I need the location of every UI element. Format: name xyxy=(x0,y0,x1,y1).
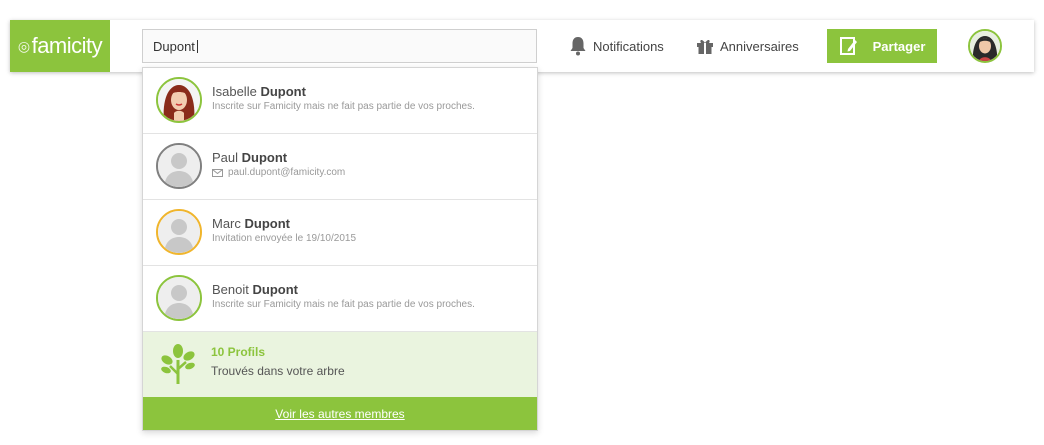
result-avatar xyxy=(156,209,202,255)
result-name: Benoit Dupont xyxy=(212,282,298,297)
result-last-name: Dupont xyxy=(244,216,290,231)
top-navigation-bar: ◎ famicity Dupont Notifications Annivers… xyxy=(10,20,1034,72)
result-first-name: Isabelle xyxy=(212,84,257,99)
see-other-members-link[interactable]: Voir les autres membres xyxy=(143,397,537,430)
placeholder-person-icon xyxy=(158,277,200,319)
search-input-value: Dupont xyxy=(153,38,195,54)
tree-profile-count: 10 Profils xyxy=(211,345,266,359)
isabelle-photo-image xyxy=(158,79,200,121)
search-results-dropdown: Isabelle Dupont Inscrite sur Famicity ma… xyxy=(142,67,538,431)
text-caret xyxy=(196,39,198,53)
notifications-link[interactable]: Notifications xyxy=(569,20,664,72)
result-last-name: Dupont xyxy=(260,84,306,99)
result-first-name: Marc xyxy=(212,216,241,231)
placeholder-person-icon xyxy=(158,211,200,253)
envelope-icon xyxy=(212,168,223,177)
result-subtitle-text: Inscrite sur Famicity mais ne fait pas p… xyxy=(212,299,475,310)
anniversaires-label: Anniversaires xyxy=(720,38,799,54)
result-subtitle-text: Invitation envoyée le 19/10/2015 xyxy=(212,233,356,244)
result-name: Marc Dupont xyxy=(212,216,290,231)
anniversaires-link[interactable]: Anniversaires xyxy=(696,20,799,72)
result-avatar xyxy=(156,275,202,321)
result-avatar xyxy=(156,143,202,189)
result-name: Paul Dupont xyxy=(212,150,287,165)
result-last-name: Dupont xyxy=(252,282,298,297)
result-name: Isabelle Dupont xyxy=(212,84,306,99)
gift-icon xyxy=(697,39,713,54)
result-avatar xyxy=(156,77,202,123)
family-tree-results[interactable]: 10 Profils Trouvés dans votre arbre xyxy=(143,332,537,397)
result-subtitle: paul.dupont@famicity.com xyxy=(212,167,345,178)
notifications-label: Notifications xyxy=(593,38,664,54)
search-input[interactable]: Dupont xyxy=(142,29,537,63)
placeholder-person-icon xyxy=(158,145,200,187)
search-result-item[interactable]: Benoit Dupont Inscrite sur Famicity mais… xyxy=(143,266,537,332)
search-result-item[interactable]: Paul Dupont paul.dupont@famicity.com xyxy=(143,134,537,200)
share-button[interactable]: Partager xyxy=(827,29,937,63)
tree-icon xyxy=(161,344,195,384)
logo-mark-icon: ◎ xyxy=(17,37,30,54)
search-result-item[interactable]: Marc Dupont Invitation envoyée le 19/10/… xyxy=(143,200,537,266)
logo-text: famicity xyxy=(31,33,103,58)
tree-description: Trouvés dans votre arbre xyxy=(211,364,345,378)
bell-icon xyxy=(570,37,586,56)
result-subtitle-text: paul.dupont@famicity.com xyxy=(228,167,346,178)
result-first-name: Benoit xyxy=(212,282,249,297)
result-last-name: Dupont xyxy=(241,150,288,165)
user-avatar[interactable] xyxy=(968,29,1002,63)
search-result-item[interactable]: Isabelle Dupont Inscrite sur Famicity ma… xyxy=(143,68,537,134)
user-avatar-image xyxy=(970,31,1000,61)
share-edit-icon xyxy=(839,37,857,55)
result-subtitle: Inscrite sur Famicity mais ne fait pas p… xyxy=(212,299,475,310)
famicity-logo[interactable]: ◎ famicity xyxy=(10,20,110,72)
share-button-label: Partager xyxy=(872,38,926,54)
result-subtitle: Invitation envoyée le 19/10/2015 xyxy=(212,233,356,244)
result-subtitle-text: Inscrite sur Famicity mais ne fait pas p… xyxy=(212,101,475,112)
result-first-name: Paul xyxy=(212,150,239,165)
result-subtitle: Inscrite sur Famicity mais ne fait pas p… xyxy=(212,101,475,112)
